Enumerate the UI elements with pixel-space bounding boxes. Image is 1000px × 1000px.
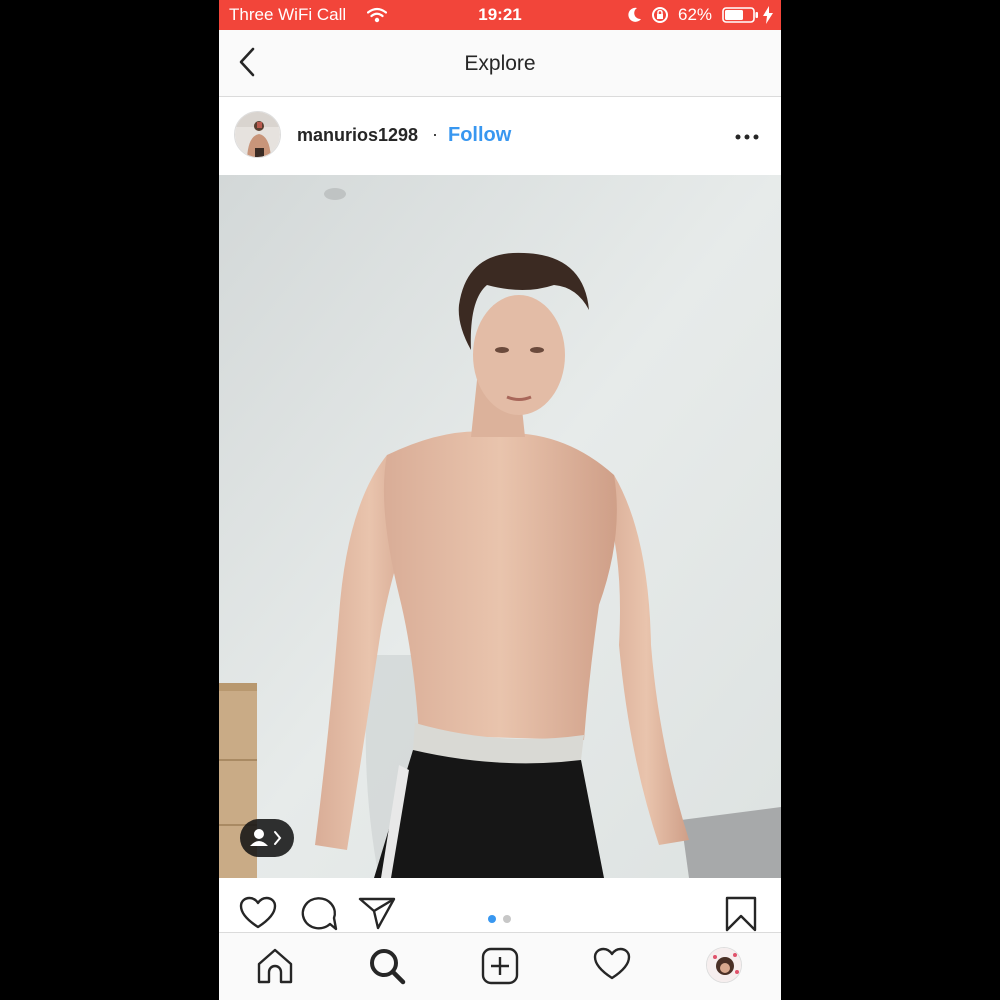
carousel-dot xyxy=(503,915,511,923)
battery-icon xyxy=(722,7,760,28)
page-title: Explore xyxy=(464,52,536,75)
tab-bar xyxy=(219,932,781,1000)
like-icon[interactable] xyxy=(239,896,277,935)
profile-avatar[interactable] xyxy=(706,947,742,983)
phone-screen: Three WiFi Call 19:21 62% Explore manuri… xyxy=(219,0,781,1000)
rotation-lock-icon xyxy=(651,6,669,29)
post-header: manurios1298 · Follow xyxy=(219,97,781,175)
video-frame xyxy=(219,175,781,878)
post-media[interactable] xyxy=(219,175,781,878)
status-bar: Three WiFi Call 19:21 62% xyxy=(219,0,781,30)
activity-icon[interactable] xyxy=(593,947,631,986)
navigation-bar: Explore xyxy=(219,30,781,97)
carousel-dot-active xyxy=(488,915,496,923)
share-icon[interactable] xyxy=(358,896,396,935)
tagged-users-button[interactable] xyxy=(240,819,294,857)
moon-icon xyxy=(628,7,642,28)
follow-button[interactable]: Follow xyxy=(448,124,511,147)
battery-percentage: 62% xyxy=(678,5,713,24)
charging-bolt-icon xyxy=(763,6,773,29)
post-username[interactable]: manurios1298 xyxy=(297,125,418,146)
comment-icon[interactable] xyxy=(300,896,338,937)
bookmark-icon[interactable] xyxy=(725,896,757,937)
user-avatar[interactable] xyxy=(234,111,281,158)
post-actions xyxy=(219,878,781,932)
search-icon[interactable] xyxy=(368,947,406,990)
header-separator: · xyxy=(432,124,438,144)
more-options-icon[interactable] xyxy=(735,127,759,145)
user-tag-icon xyxy=(254,829,264,839)
new-post-icon[interactable] xyxy=(481,947,519,990)
home-icon[interactable] xyxy=(256,947,294,990)
carousel-indicator xyxy=(488,910,518,928)
